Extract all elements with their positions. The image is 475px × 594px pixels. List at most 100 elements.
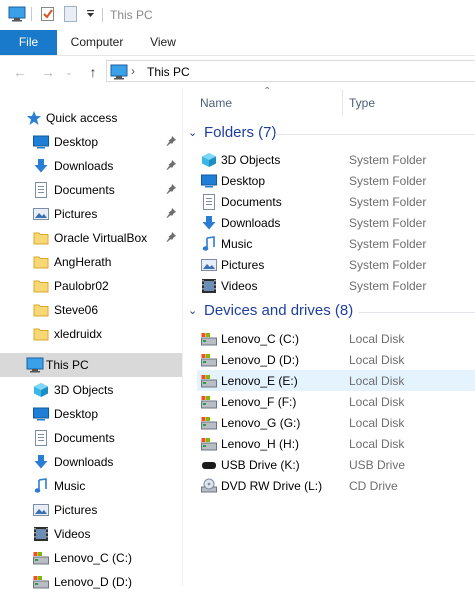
- drive-icon: [201, 394, 217, 410]
- list-item[interactable]: Lenovo_E (E:) Local Disk: [197, 370, 475, 391]
- list-item[interactable]: Lenovo_C (C:) Local Disk: [197, 328, 475, 349]
- nav-item[interactable]: Documents: [0, 426, 180, 450]
- item-type: Local Disk: [349, 353, 405, 367]
- recent-locations-icon[interactable]: ⌄: [64, 64, 74, 80]
- breadcrumb-this-pc[interactable]: This PC: [147, 65, 190, 79]
- nav-item[interactable]: Documents: [0, 178, 180, 202]
- tab-view[interactable]: View: [143, 30, 183, 55]
- list-item[interactable]: Pictures System Folder: [197, 254, 475, 275]
- 3d-objects-icon: [201, 152, 217, 168]
- folder-icon: [33, 302, 49, 318]
- item-name: Videos: [221, 279, 258, 293]
- new-folder-icon[interactable]: [64, 6, 78, 25]
- up-arrow-icon[interactable]: ↑: [85, 64, 101, 80]
- nav-item[interactable]: Downloads: [0, 154, 180, 178]
- group-title: Folders (7): [204, 124, 277, 141]
- pictures-icon: [33, 206, 49, 222]
- nav-item[interactable]: Oracle VirtualBox: [0, 226, 180, 250]
- item-type: CD Drive: [349, 479, 398, 493]
- drive-icon: [33, 550, 49, 566]
- drive-icon: [201, 352, 217, 368]
- group-divider: [275, 134, 475, 135]
- pin-icon[interactable]: [165, 231, 177, 243]
- ribbon-tabs: File Computer View: [0, 30, 475, 56]
- sort-ascending-icon: ⌃: [263, 86, 272, 97]
- list-item[interactable]: Downloads System Folder: [197, 212, 475, 233]
- pictures-icon: [201, 257, 217, 273]
- pin-icon[interactable]: [165, 207, 177, 219]
- list-item[interactable]: Lenovo_G (G:) Local Disk: [197, 412, 475, 433]
- customize-toolbar-icon[interactable]: [86, 8, 96, 22]
- divider: [31, 7, 33, 24]
- title-bar: This PC: [0, 0, 475, 30]
- item-type: System Folder: [349, 153, 427, 167]
- group-devices-header[interactable]: ⌄ Devices and drives (8): [183, 301, 475, 323]
- nav-label: Lenovo_D (D:): [54, 575, 133, 589]
- nav-item[interactable]: Pictures: [0, 498, 180, 522]
- nav-item[interactable]: xledruidx: [0, 322, 180, 346]
- back-arrow-icon[interactable]: ←: [12, 64, 28, 80]
- nav-item[interactable]: Lenovo_D (D:): [0, 570, 180, 594]
- computer-icon[interactable]: [8, 6, 26, 25]
- address-bar[interactable]: › This PC: [106, 60, 475, 82]
- folder-icon: [33, 278, 49, 294]
- column-divider[interactable]: [342, 90, 343, 116]
- pin-icon[interactable]: [165, 159, 177, 171]
- nav-item[interactable]: 3D Objects: [0, 378, 180, 402]
- tab-file[interactable]: File: [0, 30, 57, 55]
- column-header-type[interactable]: Type: [349, 96, 375, 110]
- pin-icon[interactable]: [165, 135, 177, 147]
- nav-label: Desktop: [54, 135, 99, 149]
- item-name: Music: [221, 237, 253, 251]
- drive-icon: [201, 436, 217, 452]
- list-item[interactable]: DVD RW Drive (L:) CD Drive: [197, 475, 475, 496]
- list-item[interactable]: USB Drive (K:) USB Drive: [197, 454, 475, 475]
- list-item[interactable]: 3D Objects System Folder: [197, 149, 475, 170]
- nav-item[interactable]: Desktop: [0, 402, 180, 426]
- nav-item[interactable]: Downloads: [0, 450, 180, 474]
- nav-label: Music: [54, 479, 86, 493]
- group-divider: [358, 312, 475, 313]
- list-item[interactable]: Desktop System Folder: [197, 170, 475, 191]
- title-divider: [102, 8, 103, 22]
- properties-icon[interactable]: [40, 6, 56, 25]
- nav-item[interactable]: Steve06: [0, 298, 180, 322]
- breadcrumb-chevron-icon[interactable]: ›: [131, 64, 135, 78]
- downloads-icon: [201, 215, 217, 231]
- item-name: Lenovo_F (F:): [221, 395, 297, 409]
- nav-item[interactable]: AngHerath: [0, 250, 180, 274]
- list-item[interactable]: Music System Folder: [197, 233, 475, 254]
- tab-computer[interactable]: Computer: [64, 30, 130, 55]
- 3d-objects-icon: [33, 382, 49, 398]
- nav-item[interactable]: Videos: [0, 522, 180, 546]
- item-name: Lenovo_G (G:): [221, 416, 301, 430]
- nav-quick-access[interactable]: Quick access: [0, 106, 180, 130]
- nav-item[interactable]: Pictures: [0, 202, 180, 226]
- group-folders-header[interactable]: ⌄ Folders (7): [183, 123, 475, 145]
- group-title: Devices and drives (8): [204, 302, 354, 319]
- nav-this-pc[interactable]: This PC: [0, 353, 182, 377]
- list-item[interactable]: Lenovo_D (D:) Local Disk: [197, 349, 475, 370]
- documents-icon: [33, 430, 49, 446]
- list-item[interactable]: Lenovo_F (F:) Local Disk: [197, 391, 475, 412]
- list-item[interactable]: Videos System Folder: [197, 275, 475, 296]
- downloads-icon: [33, 454, 49, 470]
- nav-label: 3D Objects: [54, 383, 114, 397]
- music-icon: [201, 236, 217, 252]
- nav-label: Quick access: [46, 111, 118, 125]
- nav-item[interactable]: Lenovo_C (C:): [0, 546, 180, 570]
- videos-icon: [33, 526, 49, 542]
- desktop-icon: [201, 173, 217, 189]
- nav-item[interactable]: Music: [0, 474, 180, 498]
- content-pane: ⌃ Name Type ⌄ Folders (7) 3D Objects Syst…: [183, 86, 475, 586]
- nav-item[interactable]: Desktop: [0, 130, 180, 154]
- list-item[interactable]: Documents System Folder: [197, 191, 475, 212]
- item-type: Local Disk: [349, 332, 405, 346]
- nav-item[interactable]: Paulobr02: [0, 274, 180, 298]
- pin-icon[interactable]: [165, 183, 177, 195]
- music-icon: [33, 478, 49, 494]
- column-header-name[interactable]: Name: [200, 96, 232, 110]
- list-item[interactable]: Lenovo_H (H:) Local Disk: [197, 433, 475, 454]
- nav-label: xledruidx: [54, 327, 103, 341]
- forward-arrow-icon[interactable]: →: [40, 64, 56, 80]
